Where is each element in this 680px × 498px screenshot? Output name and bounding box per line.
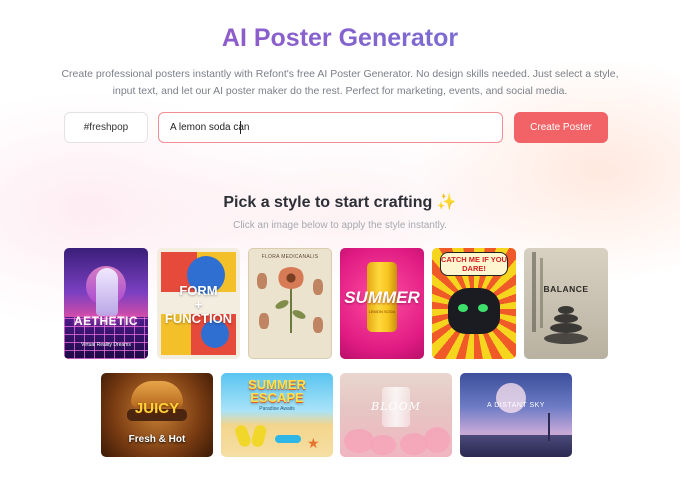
poster-subtitle: LEMON SODA bbox=[368, 309, 396, 314]
specimen-drawing bbox=[313, 279, 323, 295]
poster-title: AETHETIC bbox=[74, 314, 138, 328]
utility-pole bbox=[548, 413, 550, 441]
styles-section-title: Pick a style to start crafting ✨ bbox=[223, 194, 457, 211]
starfish-icon: ★ bbox=[307, 435, 320, 451]
poster-subtitle: Virtual Reality Dreams bbox=[81, 342, 131, 348]
poster-title: JUICY bbox=[134, 400, 180, 417]
stone-base bbox=[544, 333, 588, 344]
poster-title: BLOOM bbox=[371, 400, 421, 413]
page-title: AI Poster Generator bbox=[0, 24, 680, 53]
style-card-summer-escape[interactable]: SUMMER ESCAPE Paradise Awaits ★ bbox=[221, 373, 333, 457]
stone bbox=[558, 306, 574, 314]
flip-flop bbox=[233, 423, 253, 449]
cat-eye bbox=[478, 304, 488, 312]
statue-bust bbox=[96, 268, 118, 316]
stone bbox=[550, 323, 582, 333]
tag-input[interactable] bbox=[64, 112, 148, 143]
flip-flop bbox=[250, 423, 268, 449]
poster-title: FLORA MEDICANALIS bbox=[261, 254, 319, 260]
flower-petal bbox=[424, 427, 450, 453]
styles-section-subtitle: Click an image below to apply the style … bbox=[233, 220, 447, 231]
style-card-summer-can[interactable]: SUMMER LEMON SODA bbox=[340, 248, 424, 359]
black-cat bbox=[448, 288, 500, 334]
style-card-flora[interactable]: FLORA MEDICANALIS bbox=[248, 248, 332, 359]
style-card-distant-sky[interactable]: A DISTANT SKY bbox=[460, 373, 572, 457]
prompt-input[interactable] bbox=[158, 112, 503, 143]
create-poster-button[interactable]: Create Poster bbox=[514, 112, 608, 143]
page: AI Poster Generator Create professional … bbox=[0, 0, 680, 498]
style-card-catch-me[interactable]: CATCH ME IF YOU DARE! bbox=[432, 248, 516, 359]
leaf-shape bbox=[291, 308, 307, 321]
poster-subtitle: Fresh & Hot bbox=[128, 434, 186, 445]
leaf-shape bbox=[274, 298, 290, 311]
poster-title: FORM + FUNCTION bbox=[164, 283, 233, 326]
style-card-form-function[interactable]: FORM + FUNCTION bbox=[157, 248, 240, 359]
style-card-juicy[interactable]: JUICY Fresh & Hot bbox=[101, 373, 213, 457]
page-subtitle: Create professional posters instantly wi… bbox=[61, 68, 619, 97]
cat-eye bbox=[458, 304, 468, 312]
poster-title: SUMMER ESCAPE bbox=[248, 377, 306, 405]
poster-title: SUMMER bbox=[344, 288, 420, 307]
stone bbox=[554, 314, 578, 323]
flower-petal bbox=[370, 435, 396, 455]
ground bbox=[460, 435, 572, 457]
style-card-bloom[interactable]: BLOOM bbox=[340, 373, 452, 457]
text-caret bbox=[240, 121, 241, 134]
poster-title: A DISTANT SKY bbox=[487, 402, 545, 409]
sunglasses bbox=[275, 435, 301, 443]
poster-title: CATCH ME IF YOU DARE! bbox=[441, 255, 507, 273]
flower-illustration bbox=[277, 267, 305, 289]
flower-petal bbox=[344, 429, 374, 453]
specimen-drawing bbox=[259, 313, 269, 329]
specimen-drawing bbox=[257, 273, 267, 289]
style-card-aethetic[interactable]: AETHETIC Virtual Reality Dreams bbox=[64, 248, 148, 359]
poster-subtitle: Paradise Awaits bbox=[259, 406, 295, 412]
poster-title: BALANCE bbox=[543, 284, 589, 294]
specimen-drawing bbox=[313, 317, 323, 333]
style-card-balance[interactable]: BALANCE bbox=[524, 248, 608, 359]
